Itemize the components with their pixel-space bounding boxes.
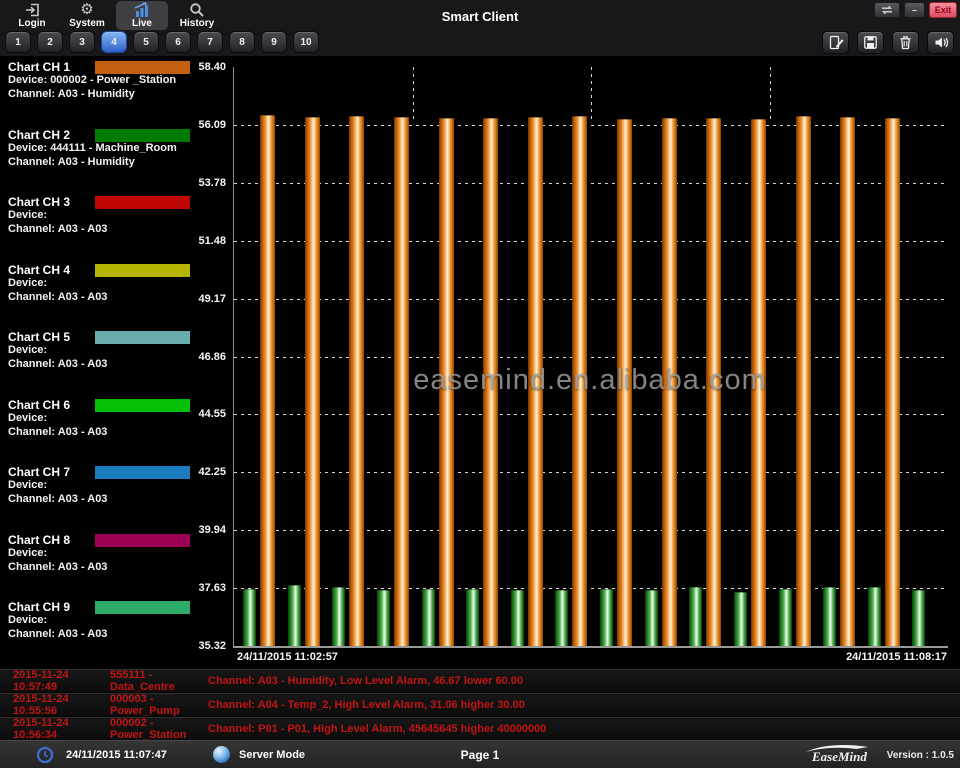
switch-window-icon xyxy=(880,5,894,15)
search-icon xyxy=(171,1,223,18)
window-controls: – Exit xyxy=(874,2,957,18)
y-tick-label: 42.25 xyxy=(198,466,226,478)
status-bar: 24/11/2015 11:07:47 Server Mode Page 1 E… xyxy=(0,740,960,768)
alarm-row[interactable]: 2015-11-24 10:56:34 000002 - Power_Stati… xyxy=(0,717,960,740)
green-bar xyxy=(511,590,524,646)
green-bar xyxy=(377,590,390,646)
status-datetime: 24/11/2015 11:07:47 xyxy=(66,749,167,761)
smart-client-window: Smart Client Login ⚙ System xyxy=(0,0,960,768)
switch-window-button[interactable] xyxy=(874,2,900,18)
alarm-message: Channel: P01 - P01, High Level Alarm, 45… xyxy=(208,723,960,735)
green-bar xyxy=(332,587,345,646)
edit-icon xyxy=(828,35,844,50)
y-tick-label: 49.17 xyxy=(198,293,226,305)
page-tab-9[interactable]: 9 xyxy=(261,31,287,53)
y-tick-label: 56.09 xyxy=(198,119,226,131)
nav-history[interactable]: History xyxy=(171,1,223,30)
alarm-device: 555111 - Data_Centre xyxy=(110,669,208,693)
nav-login-label: Login xyxy=(6,18,58,29)
page-tab-1[interactable]: 1 xyxy=(5,31,31,53)
green-bar xyxy=(823,587,836,646)
green-bar xyxy=(779,589,792,646)
alarm-time: 2015-11-24 10:57:49 xyxy=(13,669,110,693)
chart-icon xyxy=(116,1,168,18)
minimize-button[interactable]: – xyxy=(904,2,925,18)
y-tick-label: 44.55 xyxy=(198,408,226,420)
v-gridline xyxy=(413,67,414,119)
easemind-logo: EaseMind xyxy=(804,744,876,768)
page-tab-7[interactable]: 7 xyxy=(197,31,223,53)
green-bar xyxy=(600,589,613,646)
green-bar xyxy=(466,589,479,646)
y-tick-label: 51.48 xyxy=(198,235,226,247)
exit-button[interactable]: Exit xyxy=(929,2,957,18)
speaker-icon xyxy=(933,35,949,50)
nav-live[interactable]: Live xyxy=(116,1,168,30)
trash-icon xyxy=(898,35,913,50)
alarm-time: 2015-11-24 10:56:34 xyxy=(13,717,110,741)
y-axis-labels: 58.4056.0953.7851.4849.1746.8644.5542.25… xyxy=(176,67,228,646)
nav-login[interactable]: Login xyxy=(6,1,58,30)
green-bar xyxy=(422,589,435,646)
y-tick-label: 35.32 xyxy=(198,640,226,652)
alarm-row[interactable]: 2015-11-24 10:55:56 000003 - Power_Pump … xyxy=(0,693,960,716)
nav-history-label: History xyxy=(171,18,223,29)
y-tick-label: 58.40 xyxy=(198,61,226,73)
alarm-device: 000003 - Power_Pump xyxy=(110,693,208,717)
y-tick-label: 46.86 xyxy=(198,351,226,363)
v-gridline xyxy=(770,67,771,119)
alarm-time: 2015-11-24 10:55:56 xyxy=(13,693,110,717)
plot-area xyxy=(233,67,948,648)
green-bar xyxy=(689,587,702,646)
watermark: easemind.en.alibaba.com xyxy=(233,364,947,397)
page-tab-3[interactable]: 3 xyxy=(69,31,95,53)
top-bar: Smart Client Login ⚙ System xyxy=(0,0,960,56)
page-tab-5[interactable]: 5 xyxy=(133,31,159,53)
green-bar xyxy=(645,590,658,646)
green-bar xyxy=(912,590,925,646)
edit-button[interactable] xyxy=(822,31,849,54)
save-button[interactable] xyxy=(857,31,884,54)
version-label: Version : 1.0.5 xyxy=(887,750,954,761)
nav-system-label: System xyxy=(61,18,113,29)
clock-icon xyxy=(36,746,54,768)
login-icon xyxy=(6,1,58,18)
y-tick-label: 53.78 xyxy=(198,177,226,189)
server-mode-icon xyxy=(213,746,230,763)
page-tab-4[interactable]: 4 xyxy=(101,31,127,53)
green-bar xyxy=(734,592,747,646)
delete-button[interactable] xyxy=(892,31,919,54)
page-tab-2[interactable]: 2 xyxy=(37,31,63,53)
toolbar-actions xyxy=(822,31,954,54)
easemind-logo-text: EaseMind xyxy=(811,749,867,764)
green-bar xyxy=(288,585,301,646)
alarm-message: Channel: A04 - Temp_2, High Level Alarm,… xyxy=(208,699,960,711)
y-tick-label: 37.63 xyxy=(198,582,226,594)
main-nav: Login ⚙ System Live xyxy=(6,1,223,30)
green-bar xyxy=(555,590,568,646)
alarm-device: 000002 - Power_Station xyxy=(110,717,208,741)
page-tab-6[interactable]: 6 xyxy=(165,31,191,53)
y-tick-label: 39.94 xyxy=(198,524,226,536)
nav-system[interactable]: ⚙ System xyxy=(61,1,113,30)
page-tab-10[interactable]: 10 xyxy=(293,31,319,53)
x-axis-start-label: 24/11/2015 11:02:57 xyxy=(237,651,338,663)
save-icon xyxy=(863,35,878,50)
green-bar xyxy=(243,589,256,646)
v-gridline xyxy=(591,67,592,119)
alarm-list: 2015-11-24 10:57:49 555111 - Data_Centre… xyxy=(0,669,960,741)
x-axis-end-label: 24/11/2015 11:08:17 xyxy=(846,651,947,663)
nav-live-label: Live xyxy=(116,18,168,29)
server-mode-label: Server Mode xyxy=(239,749,305,761)
page-tabs: 1 2 3 4 5 6 7 8 9 10 xyxy=(5,31,319,53)
alarm-row[interactable]: 2015-11-24 10:57:49 555111 - Data_Centre… xyxy=(0,669,960,692)
sound-button[interactable] xyxy=(927,31,954,54)
gear-icon: ⚙ xyxy=(61,1,113,18)
page-tab-8[interactable]: 8 xyxy=(229,31,255,53)
alarm-message: Channel: A03 - Humidity, Low Level Alarm… xyxy=(208,675,960,687)
green-bar xyxy=(868,587,881,646)
